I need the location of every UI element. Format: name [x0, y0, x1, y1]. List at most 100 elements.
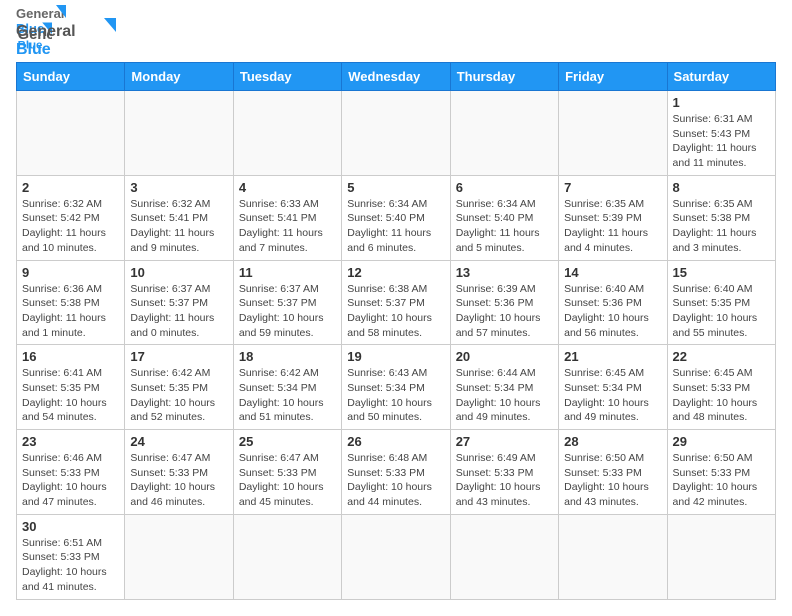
calendar-cell: 8 Sunrise: 6:35 AMSunset: 5:38 PMDaylight… — [667, 175, 775, 260]
calendar-cell: 4 Sunrise: 6:33 AMSunset: 5:41 PMDaylight… — [233, 175, 341, 260]
day-number: 20 — [456, 349, 553, 364]
calendar-cell: 13 Sunrise: 6:39 AMSunset: 5:36 PMDayligh… — [450, 260, 558, 345]
day-number: 27 — [456, 434, 553, 449]
day-number: 26 — [347, 434, 444, 449]
calendar-cell: 24Sunrise: 6:47 AMSunset: 5:33 PMDayligh… — [125, 430, 233, 515]
calendar-cell: 14 Sunrise: 6:40 AMSunset: 5:36 PMDayligh… — [559, 260, 667, 345]
day-number: 3 — [130, 180, 227, 195]
day-number: 5 — [347, 180, 444, 195]
day-info: Sunrise: 6:49 AMSunset: 5:33 PMDaylight:… — [456, 451, 553, 510]
calendar-cell — [17, 91, 125, 176]
day-number: 12 — [347, 265, 444, 280]
day-number: 21 — [564, 349, 661, 364]
day-number: 28 — [564, 434, 661, 449]
calendar-cell: 20 Sunrise: 6:44 AMSunset: 5:34 PMDayligh… — [450, 345, 558, 430]
day-number: 29 — [673, 434, 770, 449]
day-info: Sunrise: 6:40 AMSunset: 5:35 PMDaylight:… — [673, 282, 770, 341]
day-info: Sunrise: 6:33 AMSunset: 5:41 PMDaylight:… — [239, 197, 336, 256]
calendar-cell: 12 Sunrise: 6:38 AMSunset: 5:37 PMDayligh… — [342, 260, 450, 345]
calendar-cell: 27 Sunrise: 6:49 AMSunset: 5:33 PMDayligh… — [450, 430, 558, 515]
day-info: Sunrise: 6:36 AMSunset: 5:38 PMDaylight:… — [22, 282, 119, 341]
day-number: 25 — [239, 434, 336, 449]
day-number: 16 — [22, 349, 119, 364]
day-info: Sunrise: 6:47 AMSunset: 5:33 PMDaylight:… — [130, 451, 227, 510]
day-number: 14 — [564, 265, 661, 280]
calendar-cell: 26 Sunrise: 6:48 AMSunset: 5:33 PMDayligh… — [342, 430, 450, 515]
day-number: 30 — [22, 519, 119, 534]
day-info: Sunrise: 6:34 AMSunset: 5:40 PMDaylight:… — [456, 197, 553, 256]
day-number: 6 — [456, 180, 553, 195]
svg-text:General: General — [16, 23, 76, 40]
day-info: Sunrise: 6:43 AMSunset: 5:34 PMDaylight:… — [347, 366, 444, 425]
day-number: 2 — [22, 180, 119, 195]
day-number: 7 — [564, 180, 661, 195]
calendar-cell: 29 Sunrise: 6:50 AMSunset: 5:33 PMDayligh… — [667, 430, 775, 515]
calendar-week-row: 9 Sunrise: 6:36 AMSunset: 5:38 PMDaylight… — [17, 260, 776, 345]
logo-svg: General Blue — [16, 16, 116, 60]
col-header-saturday: Saturday — [667, 63, 775, 91]
calendar-cell: 10Sunrise: 6:37 AMSunset: 5:37 PMDayligh… — [125, 260, 233, 345]
calendar-cell: 22 Sunrise: 6:45 AMSunset: 5:33 PMDayligh… — [667, 345, 775, 430]
day-number: 23 — [22, 434, 119, 449]
day-info: Sunrise: 6:45 AMSunset: 5:34 PMDaylight:… — [564, 366, 661, 425]
calendar-cell — [125, 91, 233, 176]
calendar-cell — [342, 91, 450, 176]
day-info: Sunrise: 6:44 AMSunset: 5:34 PMDaylight:… — [456, 366, 553, 425]
day-info: Sunrise: 6:40 AMSunset: 5:36 PMDaylight:… — [564, 282, 661, 341]
calendar-cell — [667, 514, 775, 599]
calendar-cell: 2 Sunrise: 6:32 AMSunset: 5:42 PMDaylight… — [17, 175, 125, 260]
day-number: 9 — [22, 265, 119, 280]
logo-fixed: General Blue — [16, 16, 116, 60]
day-number: 17 — [130, 349, 227, 364]
col-header-tuesday: Tuesday — [233, 63, 341, 91]
calendar-week-row: 30Sunrise: 6:51 AMSunset: 5:33 PMDayligh… — [17, 514, 776, 599]
calendar-cell: 11Sunrise: 6:37 AMSunset: 5:37 PMDayligh… — [233, 260, 341, 345]
day-number: 10 — [130, 265, 227, 280]
col-header-sunday: Sunday — [17, 63, 125, 91]
calendar-cell — [233, 514, 341, 599]
day-number: 22 — [673, 349, 770, 364]
day-info: Sunrise: 6:42 AMSunset: 5:35 PMDaylight:… — [130, 366, 227, 425]
calendar-cell: 28 Sunrise: 6:50 AMSunset: 5:33 PMDayligh… — [559, 430, 667, 515]
day-info: Sunrise: 6:37 AMSunset: 5:37 PMDaylight:… — [239, 282, 336, 341]
calendar-cell — [125, 514, 233, 599]
calendar-cell: 17 Sunrise: 6:42 AMSunset: 5:35 PMDayligh… — [125, 345, 233, 430]
calendar-cell — [559, 514, 667, 599]
day-info: Sunrise: 6:48 AMSunset: 5:33 PMDaylight:… — [347, 451, 444, 510]
day-info: Sunrise: 6:50 AMSunset: 5:33 PMDaylight:… — [673, 451, 770, 510]
day-info: Sunrise: 6:35 AMSunset: 5:38 PMDaylight:… — [673, 197, 770, 256]
calendar-cell: 18 Sunrise: 6:42 AMSunset: 5:34 PMDayligh… — [233, 345, 341, 430]
calendar-cell: 23Sunrise: 6:46 AMSunset: 5:33 PMDayligh… — [17, 430, 125, 515]
day-info: Sunrise: 6:50 AMSunset: 5:33 PMDaylight:… — [564, 451, 661, 510]
calendar-cell: 21 Sunrise: 6:45 AMSunset: 5:34 PMDayligh… — [559, 345, 667, 430]
calendar-cell — [450, 514, 558, 599]
calendar-cell — [233, 91, 341, 176]
day-number: 4 — [239, 180, 336, 195]
calendar-week-row: 2 Sunrise: 6:32 AMSunset: 5:42 PMDaylight… — [17, 175, 776, 260]
calendar-cell: 25Sunrise: 6:47 AMSunset: 5:33 PMDayligh… — [233, 430, 341, 515]
col-header-monday: Monday — [125, 63, 233, 91]
day-number: 18 — [239, 349, 336, 364]
calendar-cell — [450, 91, 558, 176]
day-number: 8 — [673, 180, 770, 195]
day-number: 1 — [673, 95, 770, 110]
day-info: Sunrise: 6:32 AMSunset: 5:41 PMDaylight:… — [130, 197, 227, 256]
day-info: Sunrise: 6:38 AMSunset: 5:37 PMDaylight:… — [347, 282, 444, 341]
day-info: Sunrise: 6:31 AMSunset: 5:43 PMDaylight:… — [673, 112, 770, 171]
calendar-week-row: 23Sunrise: 6:46 AMSunset: 5:33 PMDayligh… — [17, 430, 776, 515]
page-header: General Blue — [16, 16, 776, 52]
calendar-cell — [342, 514, 450, 599]
day-number: 13 — [456, 265, 553, 280]
day-info: Sunrise: 6:42 AMSunset: 5:34 PMDaylight:… — [239, 366, 336, 425]
calendar-cell: 15Sunrise: 6:40 AMSunset: 5:35 PMDayligh… — [667, 260, 775, 345]
calendar-cell: 7Sunrise: 6:35 AMSunset: 5:39 PMDaylight… — [559, 175, 667, 260]
calendar-cell: 19 Sunrise: 6:43 AMSunset: 5:34 PMDayligh… — [342, 345, 450, 430]
day-info: Sunrise: 6:32 AMSunset: 5:42 PMDaylight:… — [22, 197, 119, 256]
day-info: Sunrise: 6:34 AMSunset: 5:40 PMDaylight:… — [347, 197, 444, 256]
day-number: 19 — [347, 349, 444, 364]
day-info: Sunrise: 6:45 AMSunset: 5:33 PMDaylight:… — [673, 366, 770, 425]
day-info: Sunrise: 6:39 AMSunset: 5:36 PMDaylight:… — [456, 282, 553, 341]
calendar-cell: 16Sunrise: 6:41 AMSunset: 5:35 PMDayligh… — [17, 345, 125, 430]
calendar-week-row: 1 Sunrise: 6:31 AMSunset: 5:43 PMDaylight… — [17, 91, 776, 176]
calendar-cell: 3 Sunrise: 6:32 AMSunset: 5:41 PMDaylight… — [125, 175, 233, 260]
